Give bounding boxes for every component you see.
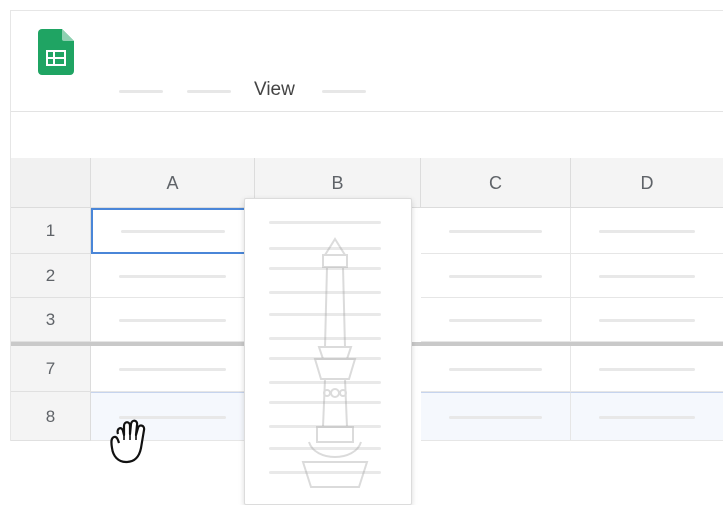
- cell-d3[interactable]: [571, 298, 723, 342]
- cell-text: [599, 367, 695, 371]
- cell-c7[interactable]: [421, 346, 571, 392]
- cell-text: [449, 229, 542, 233]
- cell-text: [119, 274, 226, 278]
- column-header-a[interactable]: A: [91, 158, 255, 208]
- menu-item-view[interactable]: View: [254, 73, 295, 107]
- cell-text: [449, 274, 542, 278]
- cell-a7[interactable]: [91, 346, 255, 392]
- column-header-c[interactable]: C: [421, 158, 571, 208]
- cell-a3[interactable]: [91, 298, 255, 342]
- row-header-8[interactable]: 8: [11, 392, 91, 441]
- menu-bar: View: [11, 73, 723, 107]
- cell-text: [599, 415, 695, 419]
- row-header-7[interactable]: 7: [11, 346, 91, 392]
- cell-text: [449, 415, 542, 419]
- cell-text: [119, 367, 226, 371]
- cell-a2[interactable]: [91, 254, 255, 298]
- cell-d2[interactable]: [571, 254, 723, 298]
- card-text: [269, 221, 381, 224]
- cell-a1[interactable]: [91, 208, 255, 254]
- grab-hand-icon: [110, 419, 146, 464]
- cell-d8[interactable]: [571, 392, 723, 441]
- cell-d7[interactable]: [571, 346, 723, 392]
- dragged-column-b[interactable]: [244, 198, 412, 505]
- cell-c2[interactable]: [421, 254, 571, 298]
- cell-text: [599, 318, 695, 322]
- cell-text: [119, 318, 226, 322]
- row-header-1[interactable]: 1: [11, 208, 91, 254]
- cell-text: [449, 367, 542, 371]
- select-all-corner[interactable]: [11, 158, 91, 208]
- emblem-watermark-icon: [301, 237, 369, 488]
- formula-bar[interactable]: [11, 111, 723, 159]
- google-sheets-icon[interactable]: [38, 29, 74, 75]
- row-header-2[interactable]: 2: [11, 254, 91, 298]
- app-header: View: [11, 11, 723, 111]
- cell-text: [449, 318, 542, 322]
- menu-item-placeholder[interactable]: [322, 90, 366, 93]
- cell-text: [599, 274, 695, 278]
- cell-text: [599, 229, 695, 233]
- column-header-d[interactable]: D: [571, 158, 723, 208]
- cell-c1[interactable]: [421, 208, 571, 254]
- menu-item-placeholder[interactable]: [119, 90, 163, 93]
- cell-text: [121, 230, 225, 233]
- cell-c3[interactable]: [421, 298, 571, 342]
- row-header-3[interactable]: 3: [11, 298, 91, 342]
- cell-d1[interactable]: [571, 208, 723, 254]
- cell-c8[interactable]: [421, 392, 571, 441]
- menu-item-placeholder[interactable]: [187, 90, 231, 93]
